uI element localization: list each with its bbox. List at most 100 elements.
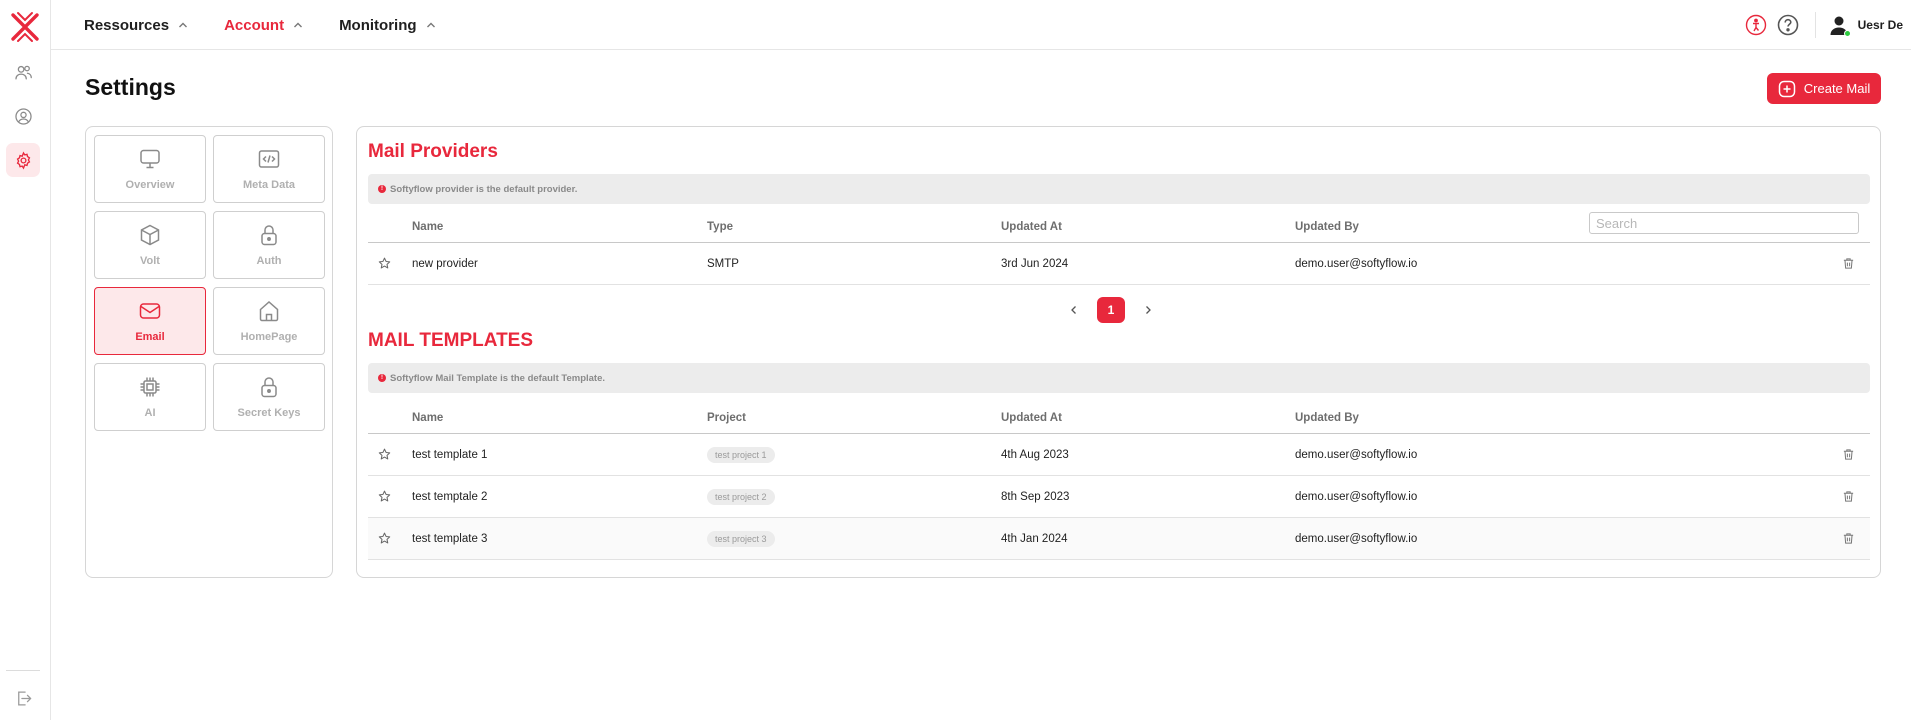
trash-icon (1843, 258, 1854, 269)
tile-ai[interactable]: AI (94, 363, 206, 431)
star-icon (378, 448, 391, 460)
template-name: test template 3 (412, 532, 488, 545)
avatar (1828, 14, 1851, 37)
star-icon (378, 490, 391, 502)
favorite-button[interactable] (378, 476, 392, 517)
plus-circle-icon (1778, 80, 1796, 97)
updated-by: demo.user@softyflow.io (1295, 490, 1418, 503)
settings-nav-panel: Overview Meta Data Volt Auth Email HomeP… (85, 126, 333, 578)
users-icon (14, 65, 32, 79)
project-badge: test project 3 (707, 530, 775, 547)
project-cell: test project 1 (707, 434, 775, 475)
tile-email[interactable]: Email (94, 287, 206, 355)
info-icon: ! (378, 374, 386, 382)
lock-icon (261, 225, 277, 246)
help-button[interactable] (1777, 14, 1799, 36)
left-rail (0, 0, 51, 720)
column-header: Type (707, 221, 733, 233)
monitor-icon (140, 149, 160, 169)
rail-users-button[interactable] (6, 55, 40, 89)
home-icon (259, 300, 279, 322)
top-nav: Ressources Account Monitoring (84, 0, 472, 50)
chevron-up-icon (426, 22, 435, 28)
favorite-button[interactable] (378, 243, 392, 284)
project-cell: test project 3 (707, 518, 775, 559)
chevron-up-icon (179, 22, 188, 28)
nav-ressources[interactable]: Ressources (84, 17, 188, 34)
nav-label: Ressources (84, 16, 170, 34)
providers-search-input[interactable] (1589, 212, 1859, 234)
tile-overview[interactable]: Overview (94, 135, 206, 203)
rail-settings-button[interactable] (6, 143, 40, 177)
top-bar: Ressources Account Monitoring Uesr De (51, 0, 1911, 50)
create-mail-label: Create Mail (1803, 81, 1871, 96)
nav-label: Monitoring (339, 16, 417, 34)
lock-icon (261, 377, 277, 398)
rail-profile-button[interactable] (6, 99, 40, 133)
delete-button[interactable] (1842, 518, 1858, 559)
tile-volt[interactable]: Volt (94, 211, 206, 279)
templates-table-header: Name Project Updated At Updated By (368, 408, 1870, 434)
tile-auth[interactable]: Auth (213, 211, 325, 279)
template-name: test temptale 2 (412, 490, 488, 503)
app-logo-icon[interactable] (9, 11, 41, 43)
delete-button[interactable] (1842, 243, 1858, 284)
nav-account[interactable]: Account (224, 17, 303, 34)
tile-secret-keys[interactable]: Secret Keys (213, 363, 325, 431)
favorite-button[interactable] (378, 518, 392, 559)
tile-label: Auth (256, 255, 282, 267)
trash-icon (1843, 533, 1854, 544)
project-badge: test project 1 (707, 446, 775, 463)
user-name: Uesr De (1857, 18, 1903, 32)
table-row[interactable]: test temptale 2 test project 2 8th Sep 2… (368, 476, 1870, 518)
cube-icon (140, 224, 160, 246)
updated-by: demo.user@softyflow.io (1295, 532, 1418, 545)
tile-homepage[interactable]: HomePage (213, 287, 325, 355)
chevron-left-icon[interactable] (1069, 305, 1079, 315)
table-row[interactable]: test template 1 test project 1 4th Aug 2… (368, 434, 1870, 476)
provider-name: new provider (412, 257, 478, 270)
accessibility-icon (1745, 14, 1766, 36)
code-icon (258, 150, 280, 168)
provider-type: SMTP (707, 257, 739, 270)
create-mail-button[interactable]: Create Mail (1767, 73, 1881, 104)
table-row[interactable]: test template 3 test project 3 4th Jan 2… (368, 518, 1870, 560)
updated-at: 4th Aug 2023 (1001, 448, 1069, 461)
logout-button[interactable] (6, 681, 40, 715)
gear-icon (16, 151, 30, 169)
mail-providers-title: Mail Providers (368, 141, 498, 162)
chevron-right-icon[interactable] (1143, 305, 1153, 315)
updated-at: 3rd Jun 2024 (1001, 257, 1069, 270)
mail-templates-title: MAIL TEMPLATES (368, 330, 534, 351)
providers-table-header: Name Type Updated At Updated By (368, 212, 1870, 243)
delete-button[interactable] (1842, 434, 1858, 475)
trash-icon (1843, 491, 1854, 502)
star-icon (378, 257, 391, 269)
template-name: test template 1 (412, 448, 488, 461)
rail-divider (6, 670, 40, 671)
mail-icon (139, 303, 161, 319)
tile-label: Meta Data (243, 179, 295, 191)
star-icon (378, 532, 391, 544)
updated-at: 4th Jan 2024 (1001, 532, 1068, 545)
tile-label: Email (135, 331, 165, 343)
column-header: Name (412, 221, 444, 233)
tile-label: HomePage (240, 331, 298, 343)
tile-meta-data[interactable]: Meta Data (213, 135, 325, 203)
templates-notice: ! Softyflow Mail Template is the default… (368, 363, 1870, 393)
project-cell: test project 2 (707, 476, 775, 517)
nav-monitoring[interactable]: Monitoring (339, 17, 435, 34)
favorite-button[interactable] (378, 434, 392, 475)
accessibility-button[interactable] (1745, 14, 1767, 36)
question-circle-icon (1777, 14, 1798, 36)
providers-notice: ! Softyflow provider is the default prov… (368, 174, 1870, 204)
notice-text: Softyflow Mail Template is the default T… (390, 372, 606, 384)
page-title: Settings (85, 74, 176, 100)
table-row[interactable]: new provider SMTP 3rd Jun 2024 demo.user… (368, 243, 1870, 285)
page-number-button[interactable]: 1 (1097, 297, 1125, 323)
user-menu[interactable]: Uesr De (1828, 14, 1903, 37)
nav-label: Account (224, 16, 285, 34)
chip-icon (140, 377, 160, 397)
delete-button[interactable] (1842, 476, 1858, 517)
tile-label: Secret Keys (237, 407, 301, 419)
